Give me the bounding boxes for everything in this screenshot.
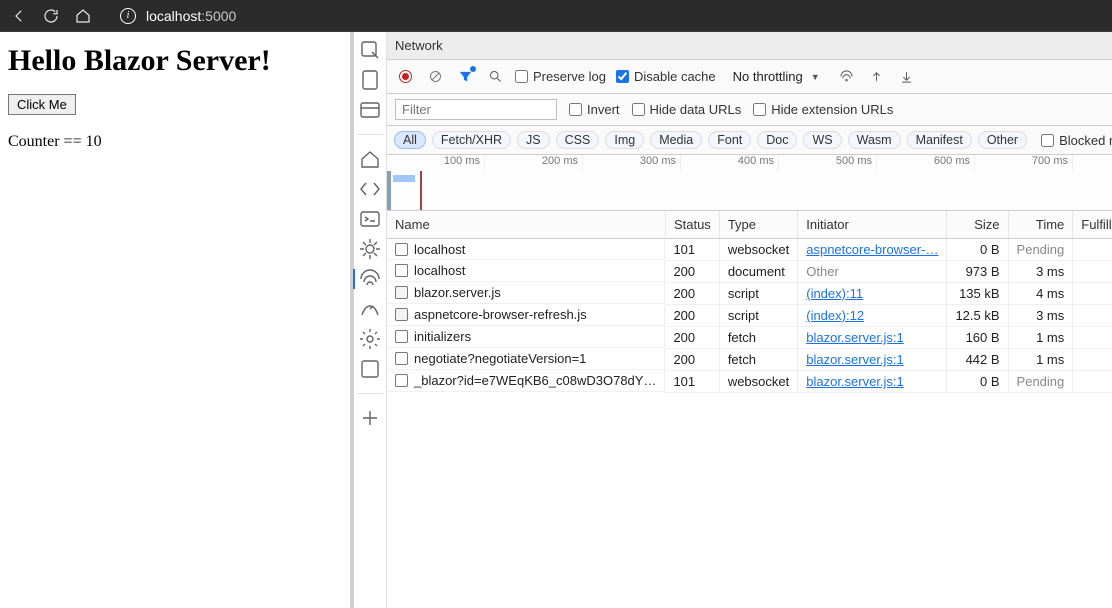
site-info-icon[interactable]: i: [120, 8, 136, 24]
console-icon[interactable]: [358, 207, 382, 231]
column-header-name[interactable]: Name: [387, 211, 665, 239]
devtools-main: Network Preserve log Disable cache No th…: [387, 32, 1112, 608]
search-button[interactable]: [485, 67, 505, 87]
network-table: NameStatusTypeInitiatorSizeTimeFulfilled…: [387, 211, 1112, 608]
timeline-tick: 400 ms: [681, 155, 779, 171]
click-me-button[interactable]: Click Me: [8, 94, 76, 115]
network-icon[interactable]: [358, 267, 382, 291]
filter-toggle[interactable]: [455, 67, 475, 87]
url-host: localhost: [146, 8, 201, 24]
network-conditions-icon[interactable]: [837, 67, 857, 87]
hide-ext-urls-checkbox[interactable]: Hide extension URLs: [753, 102, 893, 117]
import-har-icon[interactable]: [867, 67, 887, 87]
disable-cache-checkbox[interactable]: Disable cache: [616, 69, 716, 84]
back-button[interactable]: [10, 7, 28, 25]
browser-address-bar: i localhost:5000: [0, 0, 1112, 31]
timeline-handle-icon[interactable]: [387, 171, 391, 210]
inspect-icon[interactable]: [358, 38, 382, 62]
type-chip-font[interactable]: Font: [708, 131, 751, 149]
timeline-tick: 300 ms: [583, 155, 681, 171]
blocked-cookies-checkbox[interactable]: Blocked response cookies: [1041, 133, 1112, 148]
resource-js-icon: [395, 286, 408, 299]
column-header-type[interactable]: Type: [719, 211, 797, 239]
resource-ws-icon: [395, 330, 408, 343]
filter-input[interactable]: [395, 99, 557, 120]
application-icon[interactable]: [358, 357, 382, 381]
column-header-fulfilled[interactable]: Fulfilled: [1073, 211, 1112, 239]
main-split: Hello Blazor Server! Click Me Counter ==…: [0, 31, 1112, 608]
more-tools-icon[interactable]: [358, 406, 382, 430]
home-button[interactable]: [74, 7, 92, 25]
column-header-initiator[interactable]: Initiator: [798, 211, 947, 239]
url-display[interactable]: i localhost:5000: [120, 8, 236, 24]
panel-tab-label: Network: [395, 38, 443, 53]
page-heading: Hello Blazor Server!: [8, 44, 342, 78]
table-row[interactable]: blazor.server.js200script(index):11135 k…: [387, 283, 1112, 305]
network-timeline[interactable]: 100 ms200 ms300 ms400 ms500 ms600 ms700 …: [387, 155, 1112, 211]
elements-icon[interactable]: [358, 147, 382, 171]
counter-text: Counter == 10: [8, 133, 342, 151]
table-row[interactable]: aspnetcore-browser-refresh.js200script(i…: [387, 305, 1112, 327]
column-header-status[interactable]: Status: [665, 211, 719, 239]
type-chip-ws[interactable]: WS: [803, 131, 841, 149]
page-content: Hello Blazor Server! Click Me Counter ==…: [0, 32, 354, 608]
sources-icon[interactable]: [358, 177, 382, 201]
type-chip-manifest[interactable]: Manifest: [907, 131, 972, 149]
type-chip-wasm[interactable]: Wasm: [848, 131, 901, 149]
resource-doc-icon: [395, 264, 408, 277]
devtools-panel: Network Preserve log Disable cache No th…: [354, 32, 1112, 608]
timeline-load-line: [420, 171, 422, 210]
resource-ws-icon: [395, 352, 408, 365]
network-filter-row: Invert Hide data URLs Hide extension URL…: [387, 94, 1112, 126]
record-button[interactable]: [395, 67, 415, 87]
reload-button[interactable]: [42, 7, 60, 25]
resource-ws-icon: [395, 243, 408, 256]
type-chip-all[interactable]: All: [394, 131, 426, 149]
clear-button[interactable]: [425, 67, 445, 87]
record-icon: [399, 70, 412, 83]
resource-type-chips: All Fetch/XHR JS CSS Img Media Font Doc WS Wasm Ma…: [387, 126, 1112, 155]
timeline-tick: 500 ms: [779, 155, 877, 171]
type-chip-css[interactable]: CSS: [556, 131, 600, 149]
invert-checkbox[interactable]: Invert: [569, 102, 620, 117]
settings-icon[interactable]: [358, 327, 382, 351]
type-chip-js[interactable]: JS: [517, 131, 550, 149]
resource-js-icon: [395, 308, 408, 321]
column-header-size[interactable]: Size: [947, 211, 1008, 239]
resource-ws-icon: [395, 374, 408, 387]
dock-icon[interactable]: [358, 98, 382, 122]
timeline-tick: 200 ms: [485, 155, 583, 171]
preserve-log-checkbox[interactable]: Preserve log: [515, 69, 606, 84]
table-row[interactable]: localhost101websocketaspnetcore-browser-…: [387, 239, 1112, 261]
timeline-request-bar: [393, 175, 415, 182]
type-chip-fetchxhr[interactable]: Fetch/XHR: [432, 131, 511, 149]
timeline-tick: 100 ms: [387, 155, 485, 171]
network-toolbar: Preserve log Disable cache No throttling…: [387, 60, 1112, 94]
performance-icon[interactable]: [358, 297, 382, 321]
devtools-panel-tab[interactable]: Network: [387, 32, 1112, 60]
throttling-select[interactable]: No throttling ▼: [726, 66, 827, 87]
column-header-time[interactable]: Time: [1008, 211, 1073, 239]
type-chip-img[interactable]: Img: [605, 131, 644, 149]
table-row[interactable]: _blazor?id=e7WEqKB6_c08wD3O78dY…101webso…: [387, 371, 1112, 393]
table-row[interactable]: localhost200documentOther973 B3 ms: [387, 261, 1112, 283]
hide-data-urls-checkbox[interactable]: Hide data URLs: [632, 102, 742, 117]
device-icon[interactable]: [358, 68, 382, 92]
table-row[interactable]: negotiate?negotiateVersion=1200fetchblaz…: [387, 349, 1112, 371]
timeline-tick: 600 ms: [877, 155, 975, 171]
type-chip-other[interactable]: Other: [978, 131, 1027, 149]
type-chip-doc[interactable]: Doc: [757, 131, 797, 149]
table-row[interactable]: initializers200fetchblazor.server.js:116…: [387, 327, 1112, 349]
timeline-tick: 700 ms: [975, 155, 1073, 171]
type-chip-media[interactable]: Media: [650, 131, 702, 149]
chevron-down-icon: ▼: [811, 72, 820, 82]
url-port: :5000: [201, 8, 236, 24]
debugger-icon[interactable]: [358, 237, 382, 261]
devtools-rail: [354, 32, 387, 608]
export-har-icon[interactable]: [897, 67, 917, 87]
